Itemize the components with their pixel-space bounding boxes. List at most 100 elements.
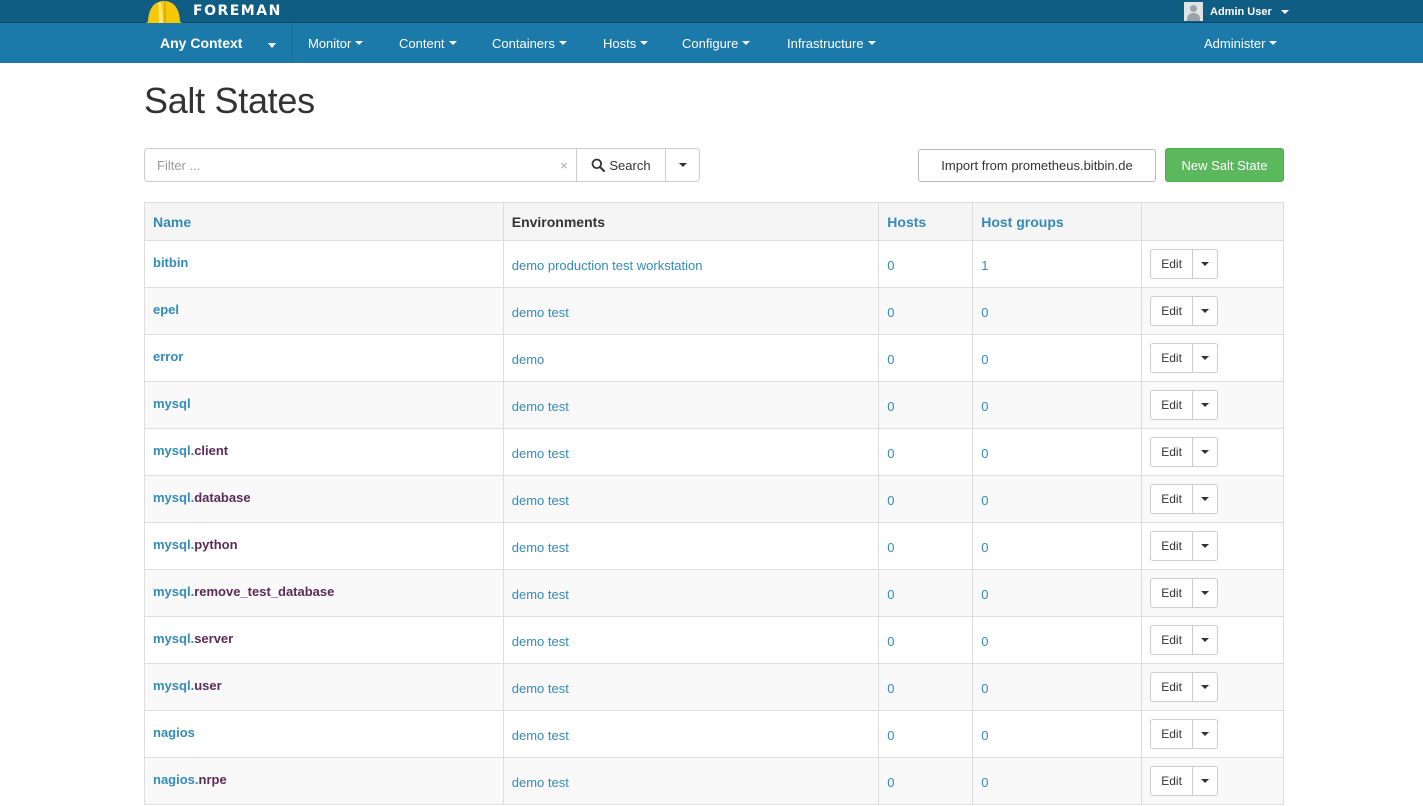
row-actions-dropdown-button[interactable]	[1193, 437, 1219, 467]
row-actions-dropdown-button[interactable]	[1193, 625, 1219, 655]
host-groups-count-link[interactable]: 0	[981, 493, 988, 508]
edit-button[interactable]: Edit	[1150, 484, 1194, 514]
edit-button[interactable]: Edit	[1150, 766, 1194, 796]
edit-button[interactable]: Edit	[1150, 390, 1194, 420]
edit-button[interactable]: Edit	[1150, 578, 1194, 608]
row-actions-dropdown-button[interactable]	[1193, 343, 1219, 373]
state-name-suffix[interactable]: client	[194, 443, 228, 458]
environments-link[interactable]: demo test	[512, 728, 569, 743]
hosts-count-link[interactable]: 0	[887, 728, 894, 743]
state-name-suffix[interactable]: python	[194, 537, 237, 552]
state-name-link[interactable]: nagios.	[153, 772, 199, 787]
edit-button[interactable]: Edit	[1150, 719, 1194, 749]
search-input[interactable]	[145, 149, 576, 181]
environments-link[interactable]: demo test	[512, 540, 569, 555]
state-name-link[interactable]: bitbin	[153, 255, 188, 270]
host-groups-count-link[interactable]: 0	[981, 775, 988, 790]
nav-monitor[interactable]: Monitor	[308, 23, 364, 63]
state-name-link[interactable]: mysql	[153, 396, 191, 411]
edit-button[interactable]: Edit	[1150, 672, 1194, 702]
host-groups-count-link[interactable]: 0	[981, 681, 988, 696]
hosts-count-link[interactable]: 0	[887, 446, 894, 461]
row-actions-dropdown-button[interactable]	[1193, 484, 1219, 514]
environments-link[interactable]: demo test	[512, 587, 569, 602]
clear-icon[interactable]: ×	[560, 158, 568, 173]
brand-link[interactable]: FOREMAN	[144, 0, 282, 28]
hosts-count-link[interactable]: 0	[887, 305, 894, 320]
row-actions-dropdown-button[interactable]	[1193, 672, 1219, 702]
nav-hosts[interactable]: Hosts	[603, 23, 649, 63]
column-header-name[interactable]: Name	[144, 202, 504, 241]
host-groups-count-link[interactable]: 0	[981, 634, 988, 649]
edit-button[interactable]: Edit	[1150, 531, 1194, 561]
host-groups-count-link[interactable]: 0	[981, 305, 988, 320]
hosts-count-link[interactable]: 0	[887, 493, 894, 508]
host-groups-cell: 0	[972, 616, 1143, 664]
environments-link[interactable]: demo test	[512, 681, 569, 696]
hosts-count-link[interactable]: 0	[887, 352, 894, 367]
environments-link[interactable]: demo test	[512, 493, 569, 508]
hosts-count-link[interactable]: 0	[887, 587, 894, 602]
column-header-host-groups[interactable]: Host groups	[972, 202, 1143, 241]
host-groups-count-link[interactable]: 0	[981, 728, 988, 743]
hosts-count-link[interactable]: 0	[887, 634, 894, 649]
nav-infrastructure[interactable]: Infrastructure	[787, 23, 876, 63]
nav-configure[interactable]: Configure	[682, 23, 751, 63]
row-actions-dropdown-button[interactable]	[1193, 578, 1219, 608]
state-name-link[interactable]: mysql.	[153, 584, 194, 599]
state-name-suffix[interactable]: remove_test_database	[194, 584, 334, 599]
environments-link[interactable]: demo test	[512, 305, 569, 320]
hosts-count-link[interactable]: 0	[887, 399, 894, 414]
environments-link[interactable]: demo production test workstation	[512, 258, 703, 273]
hosts-count-link[interactable]: 0	[887, 775, 894, 790]
edit-button[interactable]: Edit	[1150, 437, 1194, 467]
row-actions-dropdown-button[interactable]	[1193, 719, 1219, 749]
environments-link[interactable]: demo test	[512, 399, 569, 414]
state-name-link[interactable]: mysql.	[153, 443, 194, 458]
edit-button[interactable]: Edit	[1150, 343, 1194, 373]
host-groups-count-link[interactable]: 0	[981, 352, 988, 367]
environments-link[interactable]: demo test	[512, 775, 569, 790]
host-groups-count-link[interactable]: 1	[981, 258, 988, 273]
row-actions-dropdown-button[interactable]	[1193, 249, 1219, 279]
edit-button[interactable]: Edit	[1150, 296, 1194, 326]
host-groups-count-link[interactable]: 0	[981, 540, 988, 555]
state-name-link[interactable]: epel	[153, 302, 179, 317]
host-groups-count-link[interactable]: 0	[981, 446, 988, 461]
state-name-link[interactable]: mysql.	[153, 631, 194, 646]
state-name-suffix[interactable]: database	[194, 490, 250, 505]
bookmarks-dropdown-button[interactable]	[666, 148, 700, 182]
state-name-link[interactable]: error	[153, 349, 183, 364]
state-name-suffix[interactable]: user	[194, 678, 221, 693]
state-name-suffix[interactable]: nrpe	[199, 772, 227, 787]
hosts-count-link[interactable]: 0	[887, 681, 894, 696]
environments-link[interactable]: demo test	[512, 446, 569, 461]
environments-link[interactable]: demo test	[512, 634, 569, 649]
environments-link[interactable]: demo	[512, 352, 545, 367]
state-name-link[interactable]: mysql.	[153, 490, 194, 505]
nav-containers[interactable]: Containers	[492, 23, 567, 63]
state-name-link[interactable]: nagios	[153, 725, 195, 740]
new-salt-state-button[interactable]: New Salt State	[1165, 148, 1284, 182]
import-button[interactable]: Import from prometheus.bitbin.de	[918, 149, 1156, 182]
hosts-count-link[interactable]: 0	[887, 258, 894, 273]
edit-button[interactable]: Edit	[1150, 625, 1194, 655]
nav-content[interactable]: Content	[399, 23, 457, 63]
state-name-suffix[interactable]: server	[194, 631, 233, 646]
state-name-link[interactable]: mysql.	[153, 537, 194, 552]
host-groups-count-link[interactable]: 0	[981, 587, 988, 602]
column-header-hosts[interactable]: Hosts	[878, 202, 974, 241]
state-name-link[interactable]: mysql.	[153, 678, 194, 693]
nav-hosts-label: Hosts	[603, 35, 637, 51]
hosts-count-link[interactable]: 0	[887, 540, 894, 555]
nav-administer[interactable]: Administer	[1204, 23, 1278, 63]
host-groups-count-link[interactable]: 0	[981, 399, 988, 414]
row-actions-dropdown-button[interactable]	[1193, 296, 1219, 326]
context-selector[interactable]: Any Context	[144, 23, 293, 63]
row-actions-dropdown-button[interactable]	[1193, 390, 1219, 420]
search-button[interactable]: Search	[577, 148, 666, 182]
edit-button[interactable]: Edit	[1150, 249, 1194, 279]
row-actions-dropdown-button[interactable]	[1193, 766, 1219, 796]
user-menu[interactable]: Admin User	[1184, 2, 1289, 21]
row-actions-dropdown-button[interactable]	[1193, 531, 1219, 561]
